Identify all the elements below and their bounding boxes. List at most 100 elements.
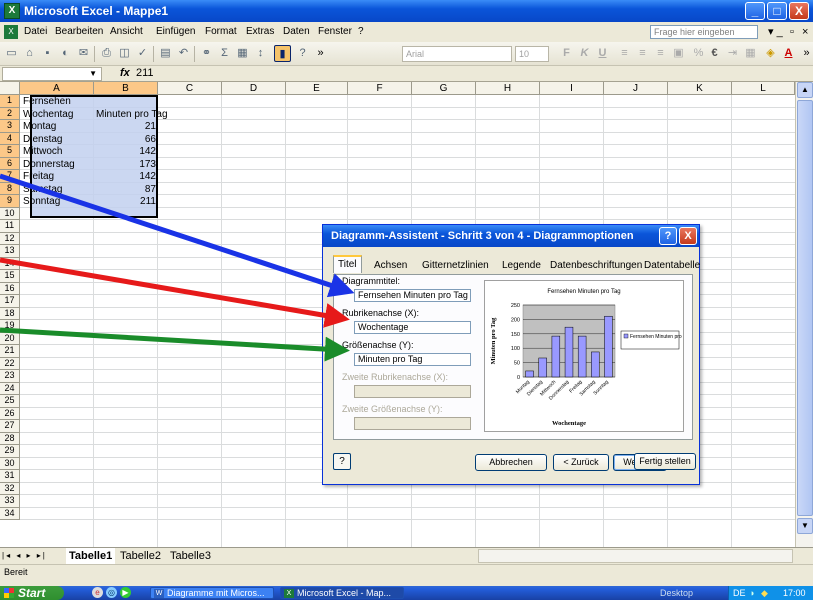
row-header[interactable]: 22 [0, 357, 20, 370]
save-icon[interactable]: ▪ [39, 45, 56, 62]
print-preview-icon[interactable]: ◫ [116, 45, 133, 62]
column-header[interactable]: E [286, 82, 348, 95]
help-icon[interactable]: ? [294, 45, 311, 62]
font-name-select[interactable]: Arial [402, 46, 512, 62]
tab-datenbeschriftungen[interactable]: Datenbeschriftungen [545, 257, 647, 273]
sheet-tab-tabelle3[interactable]: Tabelle3 [170, 548, 211, 564]
row-header[interactable]: 24 [0, 382, 20, 395]
quicklaunch-ie-icon[interactable]: e [92, 587, 103, 598]
tray-network-icon[interactable]: ◑ [749, 586, 754, 600]
sheet-tab-tabelle2[interactable]: Tabelle2 [120, 548, 161, 564]
fill-color-icon[interactable]: ◈ [762, 45, 779, 62]
menu-datei[interactable]: Datei [24, 22, 47, 42]
menu-daten[interactable]: Daten [283, 22, 310, 42]
row-header[interactable]: 33 [0, 495, 20, 508]
menu-fenster[interactable]: Fenster [318, 22, 352, 42]
sheet-nav-icons[interactable]: |◂ ◂ ▸ ▸| [2, 548, 47, 564]
borders-icon[interactable]: ▦ [742, 45, 759, 62]
font-size-select[interactable]: 10 [515, 46, 549, 62]
quicklaunch-explorer-icon[interactable]: ◎ [106, 587, 117, 598]
chart-wizard-icon[interactable]: ▮ [274, 45, 291, 62]
name-box[interactable]: ▼ [2, 67, 102, 81]
percent-icon[interactable]: % [690, 45, 707, 62]
column-header[interactable]: G [412, 82, 476, 95]
task-word-document[interactable]: W Diagramme mit Micros... [150, 587, 274, 599]
italic-button[interactable]: K [576, 45, 593, 62]
horizontal-scrollbar[interactable] [478, 549, 793, 563]
row-header[interactable]: 7 [0, 170, 20, 183]
tab-legende[interactable]: Legende [497, 257, 546, 273]
x-axis-input[interactable]: Wochentage [354, 321, 471, 334]
row-header[interactable]: 31 [0, 470, 20, 483]
row-header[interactable]: 21 [0, 345, 20, 358]
menu-ansicht[interactable]: Ansicht [110, 22, 143, 42]
tab-titel[interactable]: Titel [333, 255, 362, 273]
row-header[interactable]: 25 [0, 395, 20, 408]
row-header[interactable]: 8 [0, 182, 20, 195]
tab-gitternetzlinien[interactable]: Gitternetzlinien [417, 257, 494, 273]
column-header[interactable]: C [158, 82, 222, 95]
indent-icon[interactable]: ⇥ [724, 45, 741, 62]
row-header[interactable]: 23 [0, 370, 20, 383]
row-header[interactable]: 28 [0, 432, 20, 445]
wizard-help-button[interactable]: ? [333, 453, 351, 470]
column-header[interactable]: H [476, 82, 540, 95]
sheet-tab-tabelle1[interactable]: Tabelle1 [66, 548, 116, 564]
column-header[interactable]: D [222, 82, 286, 95]
scroll-up-icon[interactable]: ▲ [797, 82, 813, 98]
row-header[interactable]: 19 [0, 320, 20, 333]
select-all-corner[interactable] [0, 82, 20, 95]
formula-input[interactable]: 211 [136, 66, 154, 81]
toolbar-more-icon[interactable]: » [798, 45, 813, 62]
row-header[interactable]: 27 [0, 420, 20, 433]
row-header[interactable]: 17 [0, 295, 20, 308]
toolbar-options-icon[interactable]: » [312, 45, 329, 62]
menu-extras[interactable]: Extras [246, 22, 274, 42]
row-header[interactable]: 20 [0, 332, 20, 345]
row-header[interactable]: 14 [0, 257, 20, 270]
title-bar[interactable]: X Microsoft Excel - Mappe1 _ □ X [0, 0, 813, 22]
quicklaunch-media-icon[interactable]: ▶ [120, 587, 131, 598]
sort-icon[interactable]: ↕ [252, 45, 269, 62]
row-header[interactable]: 5 [0, 145, 20, 158]
menu-help[interactable]: ? [358, 22, 364, 42]
paste-icon[interactable]: ▤ [157, 45, 174, 62]
workbook-icon[interactable]: X [4, 25, 18, 39]
dialog-title[interactable]: Diagramm-Assistent - Schritt 3 von 4 - D… [323, 225, 699, 247]
column-header[interactable]: A [20, 82, 94, 95]
row-header[interactable]: 11 [0, 220, 20, 233]
close-button[interactable]: X [789, 2, 809, 20]
column-header[interactable]: J [604, 82, 668, 95]
row-header[interactable]: 26 [0, 407, 20, 420]
menu-bearbeiten[interactable]: Bearbeiten [55, 22, 103, 42]
column-header[interactable]: K [668, 82, 732, 95]
row-header[interactable]: 18 [0, 307, 20, 320]
bold-button[interactable]: F [558, 45, 575, 62]
doc-restore-icon[interactable]: ▫ [790, 22, 794, 42]
doc-close-icon[interactable]: × [802, 22, 808, 42]
doc-minimize-icon[interactable]: ▾ _ [768, 22, 783, 42]
row-header[interactable]: 2 [0, 107, 20, 120]
align-right-icon[interactable]: ≡ [652, 45, 669, 62]
maximize-button[interactable]: □ [767, 2, 787, 20]
row-header[interactable]: 30 [0, 457, 20, 470]
task-excel[interactable]: X Microsoft Excel - Map... [280, 587, 404, 599]
vertical-scrollbar[interactable]: ▲ ▼ [795, 82, 813, 547]
language-indicator[interactable]: DE [733, 586, 746, 600]
menu-einfuegen[interactable]: Einfügen [156, 22, 195, 42]
hyperlink-icon[interactable]: ⚭ [198, 45, 215, 62]
start-button[interactable]: Start [0, 586, 64, 600]
fx-label[interactable]: fx [120, 66, 130, 81]
dialog-help-icon[interactable]: ? [659, 227, 677, 245]
row-header[interactable]: 13 [0, 245, 20, 258]
back-button[interactable]: < Zurück [553, 454, 609, 471]
column-header[interactable]: F [348, 82, 412, 95]
dialog-close-icon[interactable]: X [679, 227, 697, 245]
help-search-input[interactable]: Frage hier eingeben [650, 25, 758, 39]
row-header[interactable]: 16 [0, 282, 20, 295]
tab-datentabelle[interactable]: Datentabelle [639, 257, 705, 273]
align-center-icon[interactable]: ≡ [634, 45, 651, 62]
autosum-icon[interactable]: Σ [216, 45, 233, 62]
finish-button[interactable]: Fertig stellen [634, 453, 696, 470]
column-header[interactable]: L [732, 82, 795, 95]
